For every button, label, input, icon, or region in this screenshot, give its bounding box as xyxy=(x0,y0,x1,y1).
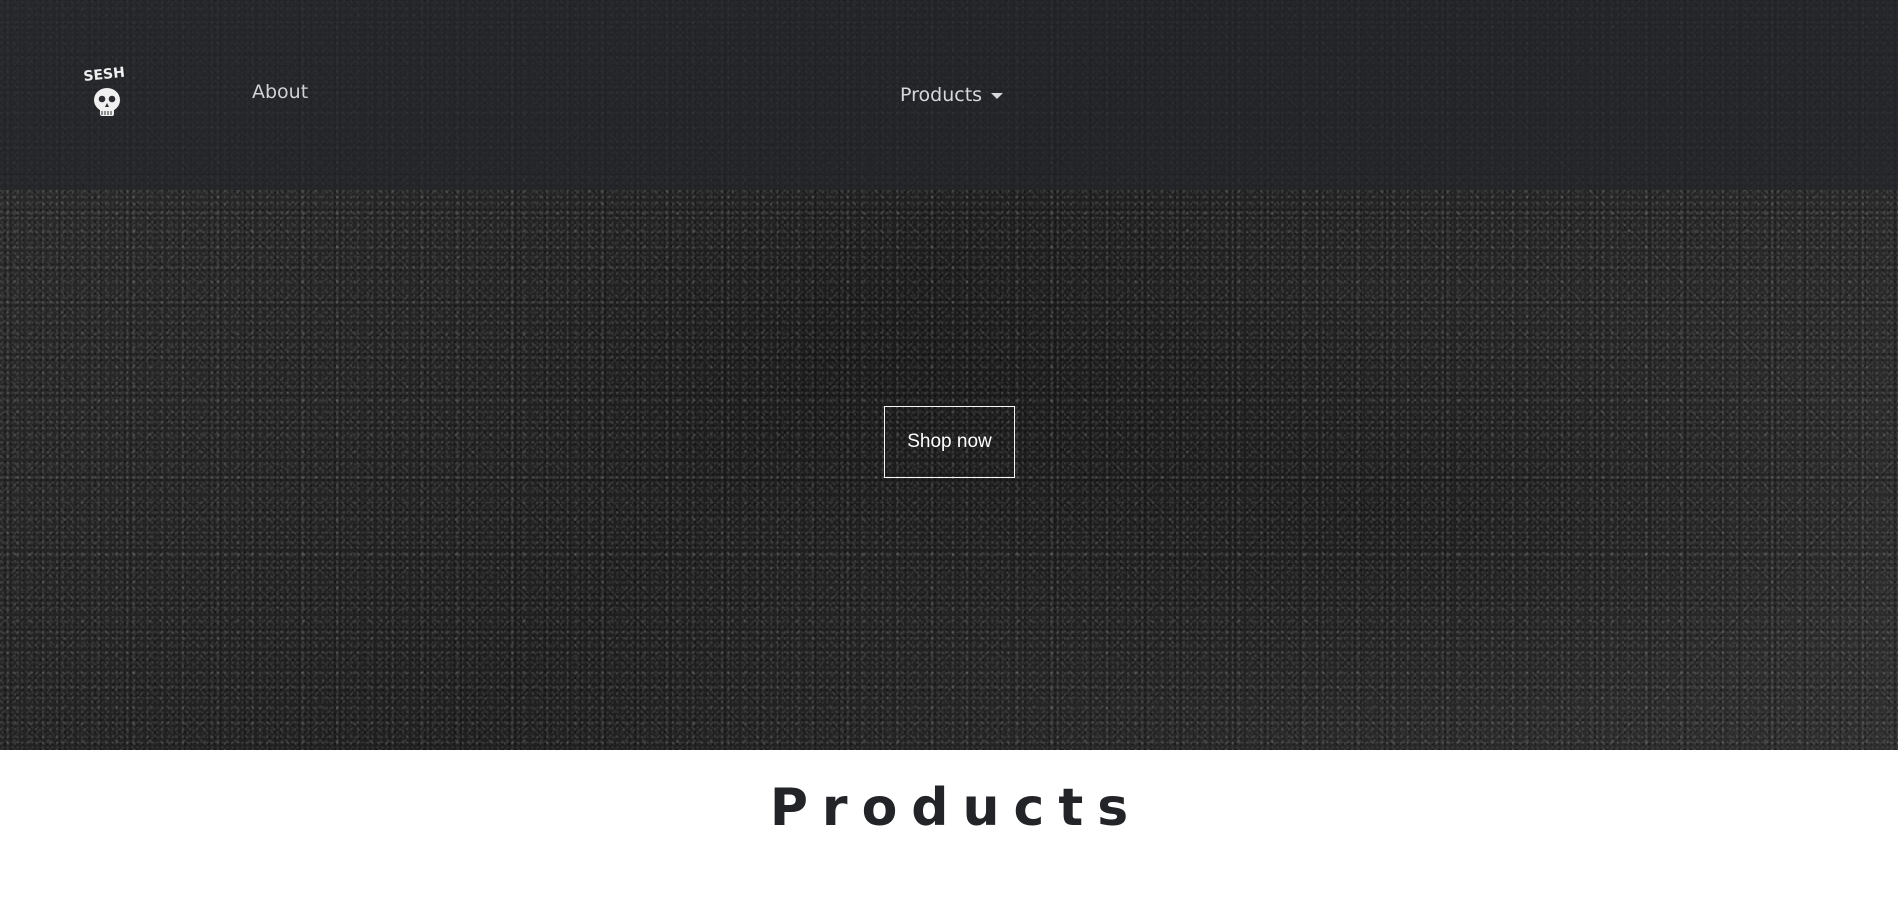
chevron-down-icon xyxy=(991,93,1004,99)
skull-logo-icon: SESH xyxy=(83,66,126,116)
shop-now-button[interactable]: Shop now xyxy=(884,406,1015,478)
brand-logo[interactable]: SESH xyxy=(82,66,132,124)
nav-dropdown-products[interactable]: Products xyxy=(900,82,1004,108)
products-section-title: Products xyxy=(769,778,1143,838)
logo-wordmark: SESH xyxy=(83,66,126,85)
hero-banner: SESH About Products Shop now xyxy=(0,0,1898,750)
nav-products-label: Products xyxy=(900,84,983,106)
nav-link-about[interactable]: About xyxy=(252,79,308,105)
